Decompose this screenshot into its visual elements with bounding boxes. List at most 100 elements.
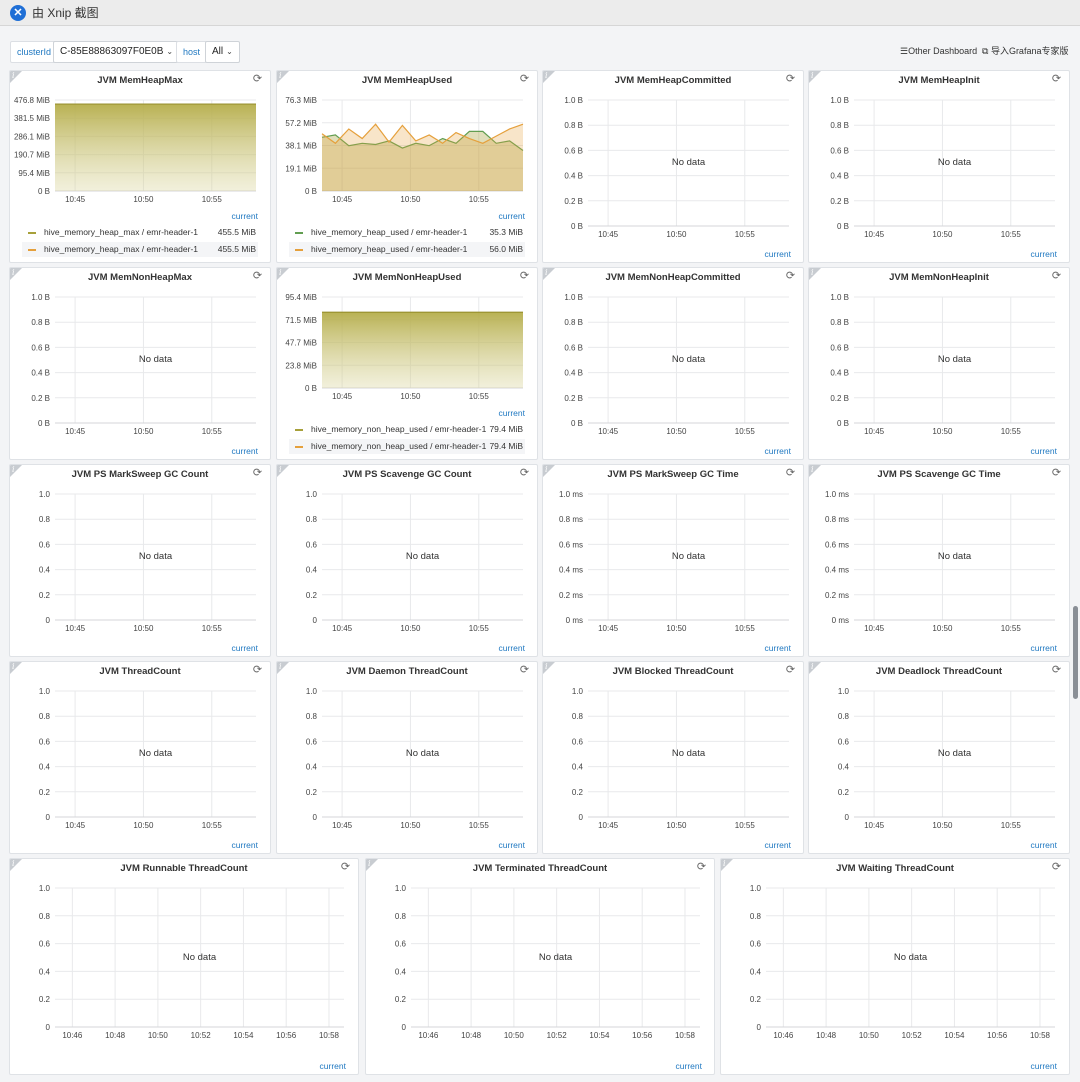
legend-current-link[interactable]: current bbox=[765, 840, 791, 850]
legend-item[interactable]: hive_memory_heap_used / emr-header-1 56.0… bbox=[289, 242, 525, 257]
y-tick-label: 1.0 ms bbox=[825, 490, 849, 499]
x-tick-label: 10:55 bbox=[1001, 230, 1022, 239]
x-tick-label: 10:45 bbox=[598, 230, 619, 239]
y-tick-label: 0 bbox=[402, 1023, 407, 1032]
panel-jvm-memnonheapcommitted[interactable]: i JVM MemNonHeapCommitted ⟳ 1.0 B 0.8 B 0.6 B… bbox=[542, 267, 804, 460]
legend-current-link[interactable]: current bbox=[1031, 840, 1057, 850]
panel-jvm-ps-marksweep-gc-count[interactable]: i JVM PS MarkSweep GC Count ⟳ 1.0 0.8 0.6 0.4 0… bbox=[9, 464, 271, 657]
cluster-id-select[interactable]: C-85E88863097F0E0B ⌄ bbox=[53, 41, 181, 63]
panel-jvm-memnonheapused[interactable]: i JVM MemNonHeapUsed ⟳ 95.4 MiB 71.5 MiB 47.7… bbox=[276, 267, 538, 460]
x-tick-label: 10:50 bbox=[133, 195, 154, 204]
legend-current-value: 79.4 MiB bbox=[489, 441, 523, 451]
panel-jvm-runnable-threadcount[interactable]: i JVM Runnable ThreadCount ⟳ 1.0 0.8 0.6 0.4 0.… bbox=[9, 858, 359, 1075]
y-tick-label: 0.6 bbox=[838, 737, 850, 746]
x-tick-label: 10:45 bbox=[864, 427, 885, 436]
panel-jvm-threadcount[interactable]: i JVM ThreadCount ⟳ 1.0 0.8 0.6 0.4 0.2 0 10:45 10… bbox=[9, 661, 271, 854]
y-tick-label: 0 bbox=[313, 616, 318, 625]
legend-item[interactable]: hive_memory_heap_used / emr-header-1 35.3… bbox=[289, 225, 525, 240]
import-grafana-label: 导入Grafana专家版 bbox=[990, 46, 1069, 56]
x-tick-label: 10:55 bbox=[202, 195, 223, 204]
x-tick-label: 10:45 bbox=[332, 392, 353, 401]
scrollbar-thumb[interactable] bbox=[1073, 606, 1078, 699]
legend-current-link[interactable]: current bbox=[232, 840, 258, 850]
legend-current-link[interactable]: current bbox=[1031, 1061, 1057, 1071]
legend-swatch bbox=[295, 248, 303, 251]
legend-current-link[interactable]: current bbox=[676, 1061, 702, 1071]
no-data-text: No data bbox=[405, 748, 440, 759]
y-tick-label: 0 bbox=[757, 1023, 762, 1032]
y-tick-label: 0.2 B bbox=[31, 394, 50, 403]
legend-series-name: hive_memory_heap_used / emr-header-1 bbox=[311, 244, 468, 254]
y-tick-label: 0.6 ms bbox=[825, 540, 849, 549]
host-select[interactable]: All ⌄ bbox=[205, 41, 240, 63]
y-tick-label: 0.2 bbox=[306, 591, 318, 600]
legend-current-link[interactable]: current bbox=[499, 643, 525, 653]
y-tick-label: 0.8 bbox=[750, 912, 762, 921]
legend-item[interactable]: hive_memory_non_heap_used / emr-header-1… bbox=[289, 439, 525, 454]
panel-jvm-blocked-threadcount[interactable]: i JVM Blocked ThreadCount ⟳ 1.0 0.8 0.6 0.4 0.2… bbox=[542, 661, 804, 854]
legend-current-link[interactable]: current bbox=[1031, 446, 1057, 456]
legend-current-link[interactable]: current bbox=[499, 211, 525, 221]
legend-item[interactable]: hive_memory_heap_max / emr-header-1 455.5… bbox=[22, 225, 258, 240]
panel-jvm-ps-scavenge-gc-count[interactable]: i JVM PS Scavenge GC Count ⟳ 1.0 0.8 0.6 0.4 0.… bbox=[276, 464, 538, 657]
panel-jvm-deadlock-threadcount[interactable]: i JVM Deadlock ThreadCount ⟳ 1.0 0.8 0.6 0.4 0.… bbox=[808, 661, 1070, 854]
y-tick-label: 0.4 bbox=[39, 566, 51, 575]
x-tick-label: 10:55 bbox=[735, 624, 756, 633]
x-tick-label: 10:50 bbox=[666, 821, 687, 830]
y-tick-label: 381.5 MiB bbox=[14, 114, 50, 123]
y-tick-label: 71.5 MiB bbox=[285, 316, 317, 325]
legend-item[interactable]: hive_memory_heap_max / emr-header-1 455.5… bbox=[22, 242, 258, 257]
other-dashboard-link[interactable]: ☰Other Dashboard bbox=[900, 45, 977, 57]
host-label: host bbox=[176, 41, 208, 63]
legend-current-link[interactable]: current bbox=[499, 840, 525, 850]
panel-jvm-memnonheapinit[interactable]: i JVM MemNonHeapInit ⟳ 1.0 B 0.8 B 0.6 B 0.4 B… bbox=[808, 267, 1070, 460]
legend-current-link[interactable]: current bbox=[765, 249, 791, 259]
series-area bbox=[322, 124, 523, 191]
x-tick-label: 10:54 bbox=[589, 1031, 610, 1040]
x-tick-label: 10:50 bbox=[400, 624, 421, 633]
legend-current-link[interactable]: current bbox=[320, 1061, 346, 1071]
legend-current-link[interactable]: current bbox=[765, 446, 791, 456]
no-data-text: No data bbox=[671, 551, 706, 562]
legend-current-link[interactable]: current bbox=[1031, 249, 1057, 259]
y-tick-label: 0.4 ms bbox=[825, 566, 849, 575]
y-tick-label: 0.2 bbox=[838, 788, 850, 797]
legend-item[interactable]: hive_memory_non_heap_used / emr-header-1… bbox=[289, 422, 525, 437]
legend-current-link[interactable]: current bbox=[765, 643, 791, 653]
legend-current-link[interactable]: current bbox=[499, 408, 525, 418]
legend-current-link[interactable]: current bbox=[232, 211, 258, 221]
no-data-text: No data bbox=[138, 551, 173, 562]
other-dashboard-label: Other Dashboard bbox=[908, 46, 978, 56]
legend-current-link[interactable]: current bbox=[232, 446, 258, 456]
no-data-text: No data bbox=[138, 748, 173, 759]
y-tick-label: 0.4 ms bbox=[559, 566, 583, 575]
y-tick-label: 0.2 bbox=[39, 995, 51, 1004]
legend-current-link[interactable]: current bbox=[232, 643, 258, 653]
y-tick-label: 0.8 bbox=[395, 912, 407, 921]
import-grafana-link[interactable]: ⧉ 导入Grafana专家版 bbox=[982, 45, 1068, 57]
panel-jvm-memheapinit[interactable]: i JVM MemHeapInit ⟳ 1.0 B 0.8 B 0.6 B 0.4 B 0.2… bbox=[808, 70, 1070, 263]
panel-jvm-waiting-threadcount[interactable]: i JVM Waiting ThreadCount ⟳ 1.0 0.8 0.6 0.4 0.2… bbox=[720, 858, 1070, 1075]
x-tick-label: 10:50 bbox=[133, 624, 154, 633]
x-tick-label: 10:55 bbox=[1001, 624, 1022, 633]
panel-jvm-memheapused[interactable]: i JVM MemHeapUsed ⟳ 76.3 MiB 57.2 MiB 38.1 Mi… bbox=[276, 70, 538, 263]
panel-jvm-terminated-threadcount[interactable]: i JVM Terminated ThreadCount ⟳ 1.0 0.8 0.6 0.4… bbox=[365, 858, 715, 1075]
x-tick-label: 10:45 bbox=[65, 427, 86, 436]
panel-jvm-memheapcommitted[interactable]: i JVM MemHeapCommitted ⟳ 1.0 B 0.8 B 0.6 B 0.4… bbox=[542, 70, 804, 263]
legend-current-link[interactable]: current bbox=[1031, 643, 1057, 653]
panel-jvm-memheapmax[interactable]: i JVM MemHeapMax ⟳ 476.8 MiB 381.5 MiB 286.1 … bbox=[9, 70, 271, 263]
legend-series-name: hive_memory_non_heap_used / emr-header-1 bbox=[311, 441, 487, 451]
x-tick-label: 10:50 bbox=[133, 821, 154, 830]
x-tick-label: 10:45 bbox=[864, 821, 885, 830]
legend-swatch bbox=[28, 231, 36, 234]
x-tick-label: 10:56 bbox=[632, 1031, 653, 1040]
x-tick-label: 10:46 bbox=[418, 1031, 439, 1040]
panel-jvm-ps-marksweep-gc-time[interactable]: i JVM PS MarkSweep GC Time ⟳ 1.0 ms 0.8 ms 0.… bbox=[542, 464, 804, 657]
y-tick-label: 95.4 MiB bbox=[285, 293, 317, 302]
y-tick-label: 0.4 B bbox=[564, 369, 583, 378]
panel-jvm-daemon-threadcount[interactable]: i JVM Daemon ThreadCount ⟳ 1.0 0.8 0.6 0.4 0.2 0… bbox=[276, 661, 538, 854]
y-tick-label: 0 bbox=[46, 813, 51, 822]
panel-jvm-memnonheapmax[interactable]: i JVM MemNonHeapMax ⟳ 1.0 B 0.8 B 0.6 B 0.4 B0… bbox=[9, 267, 271, 460]
y-tick-label: 0.6 bbox=[306, 540, 318, 549]
panel-jvm-ps-scavenge-gc-time[interactable]: i JVM PS Scavenge GC Time ⟳ 1.0 ms 0.8 ms 0.6… bbox=[808, 464, 1070, 657]
